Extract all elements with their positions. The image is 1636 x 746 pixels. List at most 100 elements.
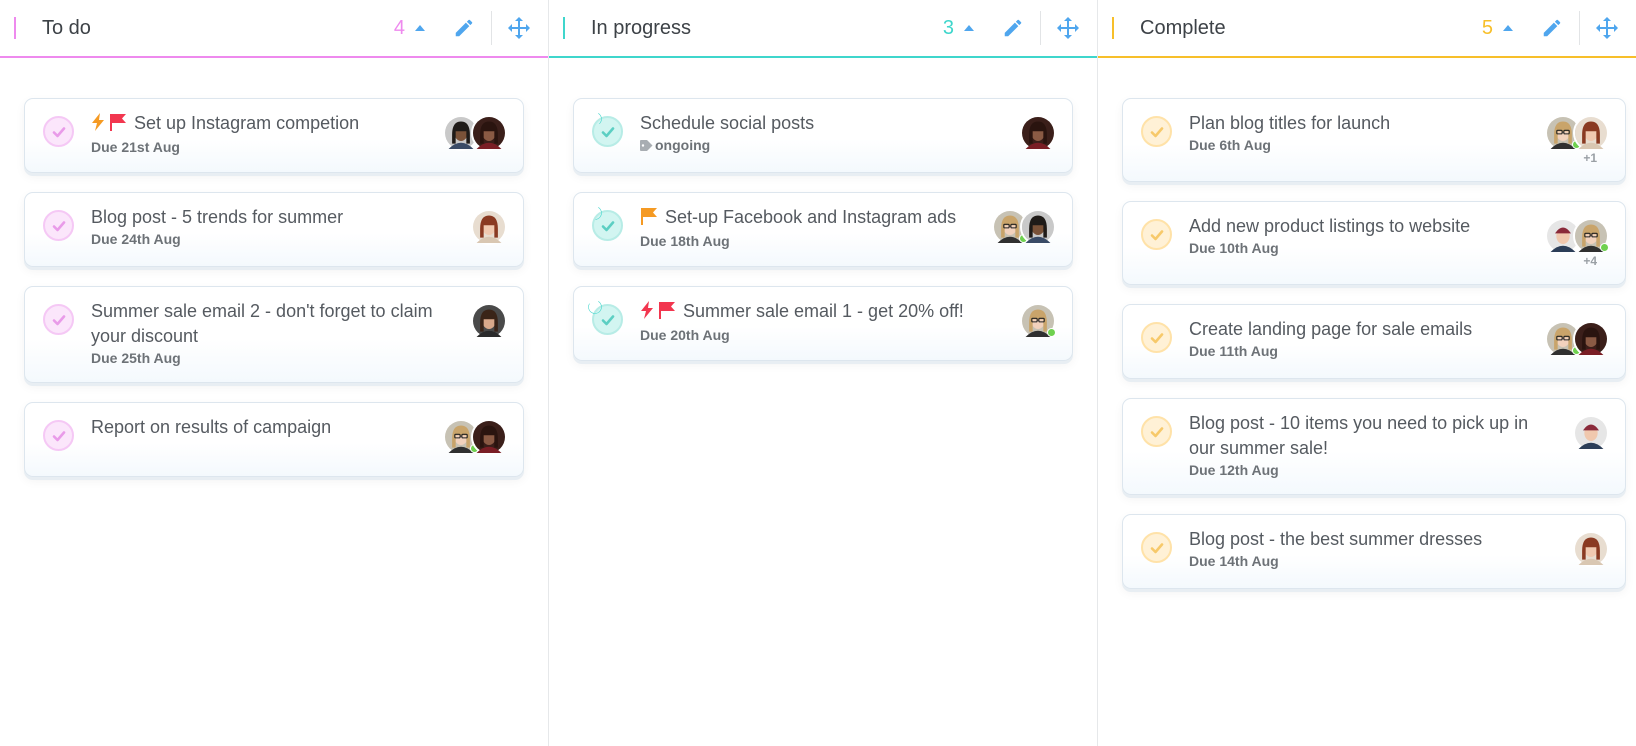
complete-toggle[interactable]: [43, 304, 74, 335]
complete-toggle[interactable]: [588, 300, 623, 335]
complete-toggle[interactable]: [43, 210, 74, 241]
avatar[interactable]: [1573, 415, 1609, 451]
progress-ring: [588, 112, 602, 126]
column-accent-bar: [563, 17, 565, 39]
task-card[interactable]: Plan blog titles for launch Due 6th Aug +1: [1122, 98, 1626, 182]
card-body: Blog post - 10 items you need to pick up…: [1189, 411, 1559, 478]
avatar[interactable]: [1020, 115, 1056, 151]
avatar-group: [1573, 531, 1609, 567]
assignees: [1545, 321, 1609, 357]
card-body: Summer sale email 2 - don't forget to cl…: [91, 299, 457, 366]
card-due-date: Due 25th Aug: [91, 350, 457, 366]
avatar[interactable]: [1573, 321, 1609, 357]
avatar-group: [1020, 115, 1056, 151]
card-meta-text: Due 20th Aug: [640, 327, 730, 343]
move-column-handle[interactable]: [1055, 15, 1081, 41]
card-title: Set up Instagram competion: [134, 113, 360, 133]
check-icon: [52, 430, 65, 441]
complete-toggle[interactable]: [588, 206, 623, 241]
check-icon: [1150, 229, 1163, 240]
avatar[interactable]: [1573, 531, 1609, 567]
card-due-date: Due 11th Aug: [1189, 343, 1531, 359]
card-body: Create landing page for sale emails Due 1…: [1189, 317, 1531, 359]
card-title: Summer sale email 2 - don't forget to cl…: [91, 301, 433, 346]
avatar[interactable]: [1573, 218, 1609, 254]
card-meta-text: Due 12th Aug: [1189, 462, 1279, 478]
check-icon: [601, 220, 614, 231]
complete-toggle[interactable]: [588, 112, 623, 147]
kanban-board: To do 4 Set up Instagram competion Due 21…: [0, 0, 1636, 746]
card-tag: ongoing: [640, 137, 1006, 153]
avatar[interactable]: [471, 419, 507, 455]
task-card[interactable]: Create landing page for sale emails Due 1…: [1122, 304, 1626, 379]
card-title-row: Schedule social posts: [640, 111, 1006, 136]
column-count: 5: [1481, 16, 1493, 39]
column-accent-bar: [1112, 17, 1114, 39]
card-title-row: Add new product listings to website: [1189, 214, 1531, 239]
edit-column-button[interactable]: [1000, 15, 1026, 41]
caret-up-icon[interactable]: [964, 25, 974, 31]
assignees: [443, 419, 507, 455]
flag-icon: [640, 207, 658, 232]
edit-column-button[interactable]: [451, 15, 477, 41]
avatar[interactable]: [1020, 209, 1056, 245]
task-card[interactable]: Set up Instagram competion Due 21st Aug: [24, 98, 524, 173]
card-meta-text: Due 10th Aug: [1189, 240, 1279, 256]
card-title-row: Report on results of campaign: [91, 415, 429, 440]
task-card[interactable]: Blog post - 10 items you need to pick up…: [1122, 398, 1626, 495]
task-card[interactable]: Add new product listings to website Due 1…: [1122, 201, 1626, 285]
card-body: Add new product listings to website Due 1…: [1189, 214, 1531, 256]
column-header: In progress 3: [549, 0, 1097, 58]
card-due-date: Due 14th Aug: [1189, 553, 1559, 569]
column-title: To do: [42, 16, 91, 39]
complete-toggle[interactable]: [1141, 416, 1172, 447]
check-icon: [52, 220, 65, 231]
priority-markers: [91, 113, 127, 138]
task-card[interactable]: Summer sale email 1 - get 20% off! Due 20…: [573, 286, 1073, 361]
lightning-icon: [91, 113, 105, 138]
avatar[interactable]: [471, 303, 507, 339]
progress-ring: [588, 300, 602, 314]
task-card[interactable]: Schedule social posts ongoing: [573, 98, 1073, 173]
assignees: [471, 303, 507, 339]
complete-toggle[interactable]: [43, 116, 74, 147]
task-card[interactable]: Set-up Facebook and Instagram ads Due 18t…: [573, 192, 1073, 267]
task-card[interactable]: Blog post - 5 trends for summer Due 24th …: [24, 192, 524, 267]
complete-toggle[interactable]: [1141, 532, 1172, 563]
assignees: +1: [1545, 115, 1609, 165]
caret-up-icon[interactable]: [1503, 25, 1513, 31]
task-card[interactable]: Report on results of campaign: [24, 402, 524, 477]
more-assignees-count[interactable]: +1: [1583, 151, 1597, 165]
complete-toggle[interactable]: [1141, 322, 1172, 353]
edit-column-button[interactable]: [1539, 15, 1565, 41]
card-body: Set up Instagram competion Due 21st Aug: [91, 111, 429, 155]
tag-icon: [640, 139, 653, 151]
card-title: Add new product listings to website: [1189, 216, 1471, 236]
avatar-group: [1020, 303, 1056, 339]
card-body: Plan blog titles for launch Due 6th Aug: [1189, 111, 1531, 153]
column-accent-bar: [14, 17, 16, 39]
task-card[interactable]: Blog post - the best summer dresses Due 1…: [1122, 514, 1626, 589]
avatar[interactable]: [471, 115, 507, 151]
task-card[interactable]: Summer sale email 2 - don't forget to cl…: [24, 286, 524, 383]
avatar[interactable]: [1573, 115, 1609, 151]
assignees: [1573, 531, 1609, 567]
avatar[interactable]: [471, 209, 507, 245]
card-meta-text: Due 14th Aug: [1189, 553, 1279, 569]
column-complete: Complete 5 Plan blog titles for launch Du…: [1098, 0, 1636, 746]
card-title-row: Summer sale email 2 - don't forget to cl…: [91, 299, 457, 349]
caret-up-icon[interactable]: [415, 25, 425, 31]
column-count: 3: [942, 16, 954, 39]
complete-toggle[interactable]: [43, 420, 74, 451]
move-column-handle[interactable]: [1594, 15, 1620, 41]
avatar[interactable]: [1020, 303, 1056, 339]
complete-toggle[interactable]: [1141, 116, 1172, 147]
move-column-handle[interactable]: [506, 15, 532, 41]
card-due-date: Due 24th Aug: [91, 231, 457, 247]
complete-toggle[interactable]: [1141, 219, 1172, 250]
check-icon: [601, 126, 614, 137]
move-arrows-icon: [1057, 17, 1079, 39]
more-assignees-count[interactable]: +4: [1583, 254, 1597, 268]
header-divider: [491, 11, 492, 45]
card-body: Blog post - the best summer dresses Due 1…: [1189, 527, 1559, 569]
